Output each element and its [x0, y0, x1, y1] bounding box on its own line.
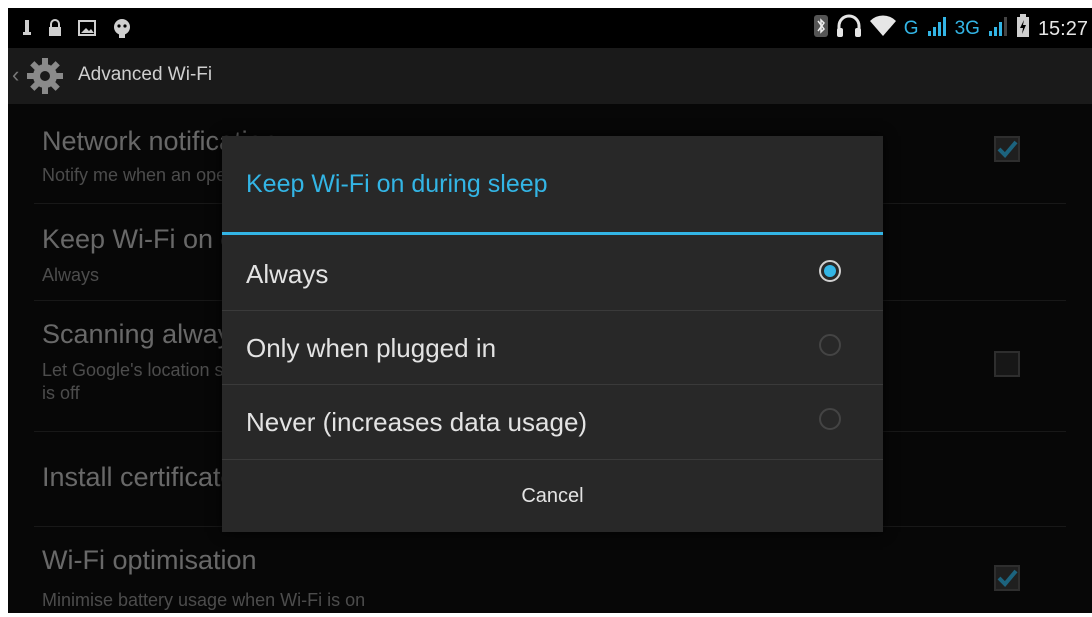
image-icon [78, 18, 96, 44]
battery-icon [1016, 14, 1030, 44]
signal-icon [927, 15, 947, 43]
status-bar: G 3G 15:27 [8, 8, 1092, 48]
device-screen: G 3G 15:27 ‹ Advanced Wi-Fi Network noti… [8, 8, 1092, 613]
cancel-button[interactable]: Cancel [222, 460, 883, 532]
lock-icon [48, 18, 62, 44]
headset-icon [836, 14, 862, 44]
android-icon [112, 18, 132, 44]
option-label: Always [246, 259, 329, 289]
action-bar: ‹ Advanced Wi-Fi [8, 48, 1092, 104]
network-type-3g: 3G [954, 18, 980, 39]
network-type-g: G [903, 18, 919, 39]
option-label: Never (increases data usage) [246, 407, 588, 437]
radio-selected[interactable] [819, 260, 841, 282]
up-caret-icon[interactable]: ‹ [12, 62, 19, 88]
bluetooth-icon [813, 15, 828, 43]
option-label: Only when plugged in [246, 333, 497, 363]
dialog-option-always[interactable]: Always [222, 237, 883, 310]
gear-icon[interactable] [26, 57, 64, 95]
radio-unselected[interactable] [819, 334, 841, 356]
dialog-title-divider [222, 232, 883, 235]
page-title: Advanced Wi-Fi [78, 64, 213, 85]
signal-icon [988, 15, 1008, 43]
keep-wifi-on-dialog: Keep Wi-Fi on during sleep Always Only w… [222, 136, 883, 532]
dialog-option-only-when-plugged-in[interactable]: Only when plugged in [222, 311, 883, 384]
wifi-icon [869, 15, 896, 43]
dialog-option-never[interactable]: Never (increases data usage) [222, 385, 883, 458]
status-clock: 15:27 [1037, 17, 1088, 40]
usb-icon [22, 18, 32, 44]
radio-unselected[interactable] [819, 408, 841, 430]
dialog-title: Keep Wi-Fi on during sleep [246, 170, 548, 198]
